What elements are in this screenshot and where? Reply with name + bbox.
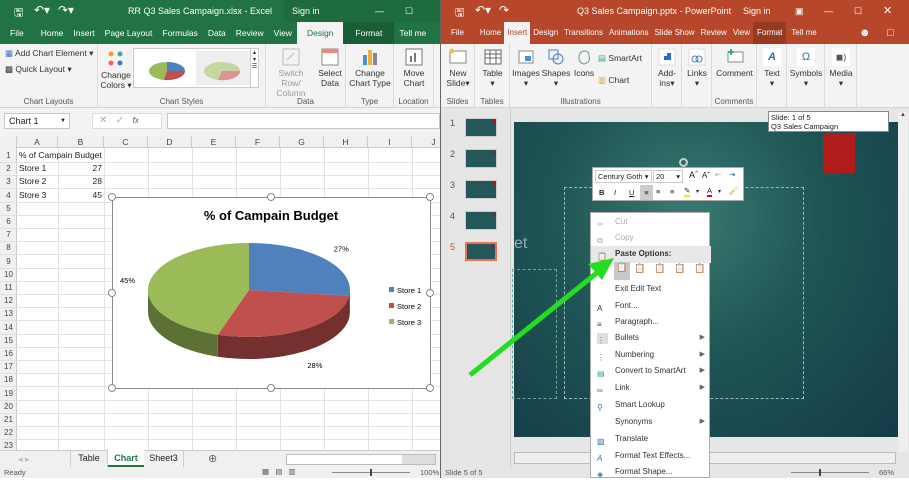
- annotation-arrow: [468, 258, 614, 377]
